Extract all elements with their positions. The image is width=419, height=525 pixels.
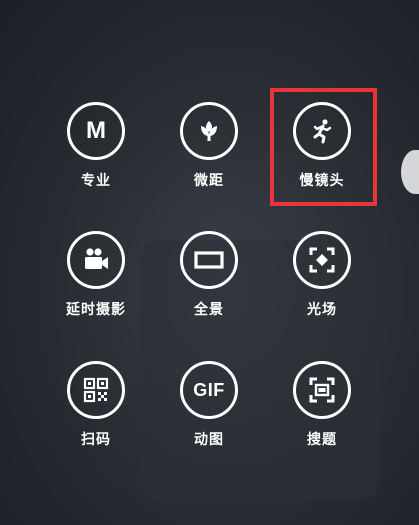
- mode-professional[interactable]: M 专业: [46, 102, 146, 190]
- m-letter-icon: M: [86, 117, 106, 144]
- mode-label: 光场: [307, 302, 337, 318]
- mode-scan-code[interactable]: 扫码: [46, 361, 146, 449]
- mode-icon-ring: M: [67, 102, 125, 160]
- video-camera-icon: [85, 248, 108, 269]
- mode-icon-ring: [293, 361, 351, 419]
- mode-label: 专业: [81, 173, 111, 189]
- mode-label: 微距: [194, 173, 224, 189]
- panorama-rectangle-icon: [194, 251, 224, 269]
- mode-label: 动图: [194, 432, 224, 448]
- mode-icon-ring: [180, 231, 238, 289]
- mode-label: 扫码: [81, 432, 111, 448]
- mode-macro[interactable]: 微距: [159, 102, 259, 190]
- mode-light-field[interactable]: 光场: [272, 231, 372, 319]
- mode-icon-ring: [180, 102, 238, 160]
- qr-code-icon: [83, 377, 109, 403]
- flower-icon: [201, 121, 217, 141]
- scan-frame-icon: [309, 377, 335, 403]
- mode-search-question[interactable]: 搜题: [272, 361, 372, 449]
- mode-label: 延时摄影: [66, 302, 126, 318]
- mode-animated-gif[interactable]: GIF 动图: [159, 361, 259, 449]
- gif-icon: GIF: [193, 379, 225, 400]
- mode-label: 全景: [194, 302, 224, 318]
- mode-icon-ring: GIF: [180, 361, 238, 419]
- highlight-box: [270, 88, 377, 206]
- mode-icon-ring: [67, 361, 125, 419]
- mode-label: 搜题: [307, 432, 337, 448]
- mode-icon-ring: [67, 231, 125, 289]
- mode-timelapse[interactable]: 延时摄影: [46, 231, 146, 319]
- mode-panorama[interactable]: 全景: [159, 231, 259, 319]
- focus-frame-icon: [309, 247, 335, 273]
- finger-edge: [401, 150, 419, 194]
- mode-icon-ring: [293, 231, 351, 289]
